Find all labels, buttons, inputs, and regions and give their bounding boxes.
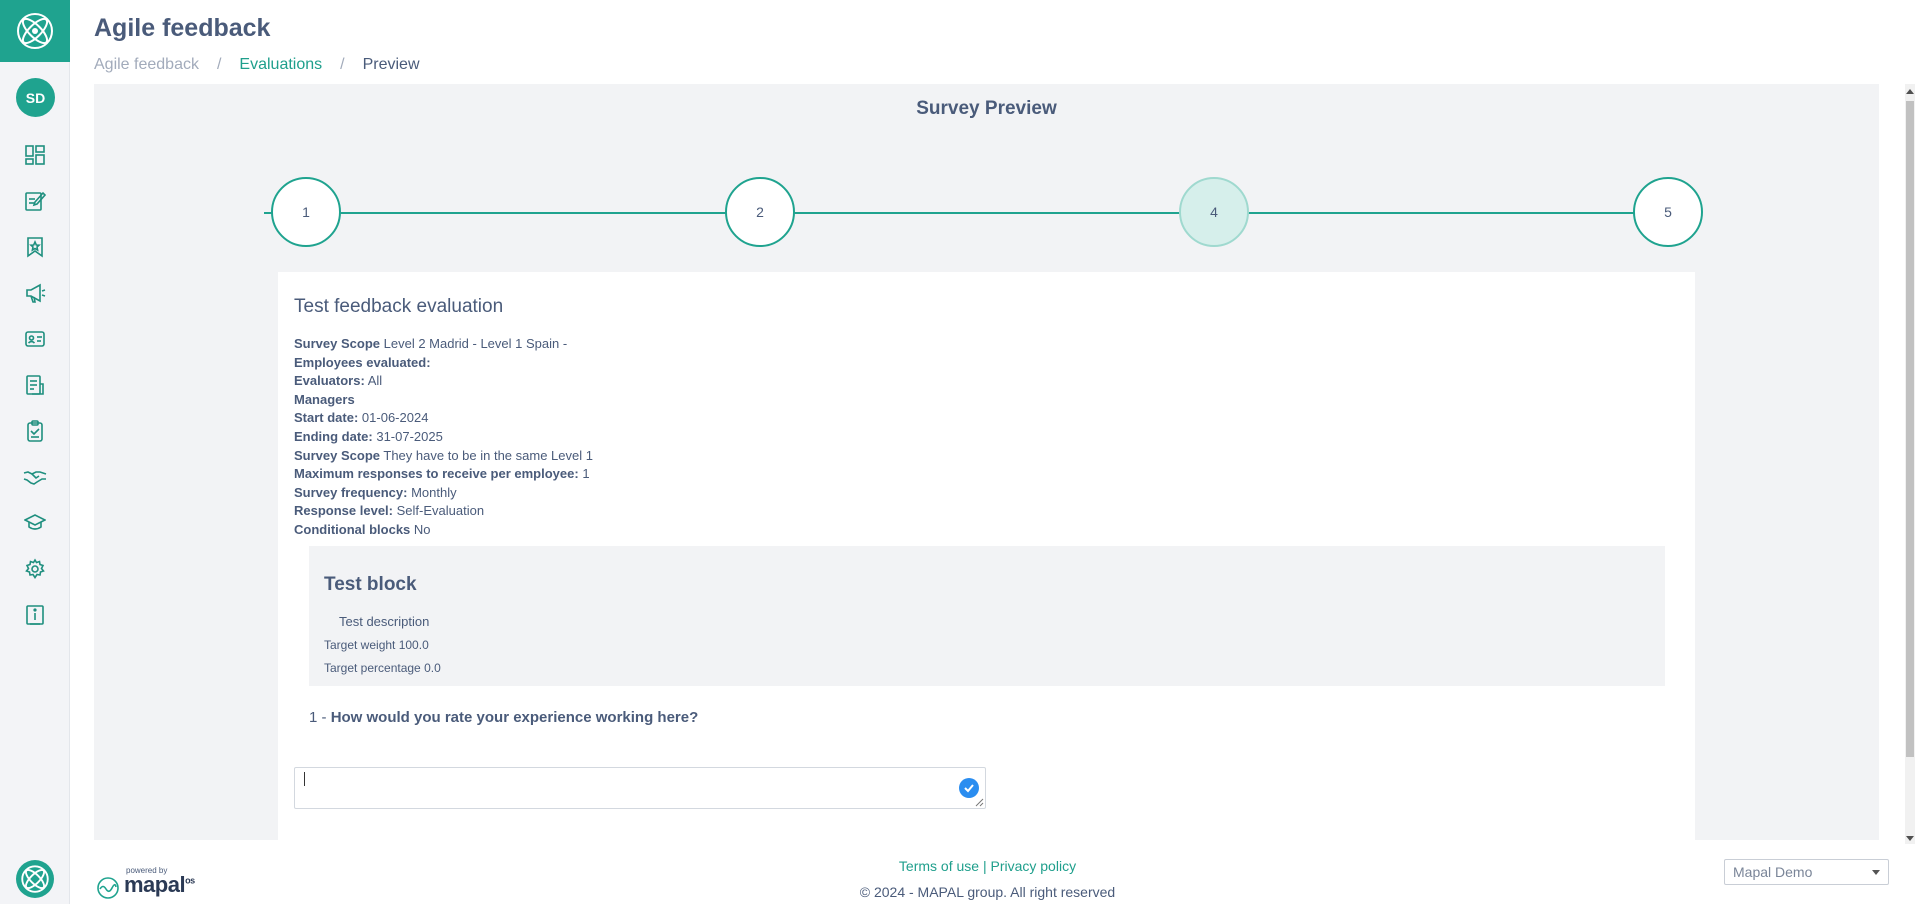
handshake-icon[interactable] xyxy=(22,464,48,490)
step-4[interactable]: 4 xyxy=(1179,177,1249,247)
report-icon[interactable] xyxy=(22,372,48,398)
breadcrumb-separator: / xyxy=(340,56,345,73)
text-caret xyxy=(304,772,305,786)
terms-of-use-link[interactable]: Terms of use xyxy=(899,858,979,874)
footer-links: Terms of use | Privacy policy xyxy=(0,858,1915,874)
step-5[interactable]: 5 xyxy=(1633,177,1703,247)
mapal-logo-icon xyxy=(17,13,53,49)
test-block: Test block Test description Target weigh… xyxy=(309,546,1665,686)
question-number: 1 - xyxy=(309,709,327,726)
copyright-text: © 2024 - MAPAL group. All right reserved xyxy=(859,884,1116,900)
app-logo[interactable] xyxy=(0,0,70,62)
page-scrollbar[interactable] xyxy=(1905,84,1915,844)
answer-textarea[interactable] xyxy=(294,767,986,809)
block-target-percentage: Target percentage 0.0 xyxy=(324,661,441,675)
graduation-cap-icon[interactable] xyxy=(22,510,48,536)
block-description: Test description xyxy=(339,614,430,629)
question-1: 1 - How would you rate your experience w… xyxy=(309,709,698,726)
megaphone-icon[interactable] xyxy=(22,280,48,306)
scroll-thumb[interactable] xyxy=(1906,101,1914,757)
breadcrumb: Agile feedback / Evaluations / Preview xyxy=(94,56,420,74)
edit-form-icon[interactable] xyxy=(22,188,48,214)
id-card-icon[interactable] xyxy=(22,326,48,352)
stepper-line xyxy=(264,212,1698,214)
block-target-weight: Target weight 100.0 xyxy=(324,638,429,652)
question-text: How would you rate your experience worki… xyxy=(330,709,699,726)
check-icon[interactable] xyxy=(959,778,979,798)
page-title: Agile feedback xyxy=(94,14,271,42)
card-body-overlay: Test block Test description Target weigh… xyxy=(278,272,1695,844)
scroll-down-arrow-icon[interactable] xyxy=(1906,836,1914,841)
step-1[interactable]: 1 xyxy=(271,177,341,247)
survey-preview-heading: Survey Preview xyxy=(916,98,1057,119)
breadcrumb-preview: Preview xyxy=(362,56,420,73)
step-2[interactable]: 2 xyxy=(725,177,795,247)
scroll-up-arrow-icon[interactable] xyxy=(1906,89,1914,94)
sidebar: SD xyxy=(0,0,70,904)
bookmark-star-icon[interactable] xyxy=(22,234,48,260)
privacy-policy-link[interactable]: Privacy policy xyxy=(990,858,1076,874)
clipboard-check-icon[interactable] xyxy=(22,418,48,444)
company-select[interactable]: Mapal Demo xyxy=(1724,859,1889,885)
resize-handle-icon[interactable] xyxy=(975,798,984,807)
breadcrumb-evaluations[interactable]: Evaluations xyxy=(239,56,322,74)
footer-divider: | xyxy=(982,858,987,874)
user-avatar[interactable]: SD xyxy=(16,78,55,117)
block-title: Test block xyxy=(324,574,417,595)
gear-icon[interactable] xyxy=(22,556,48,582)
company-select-value: Mapal Demo xyxy=(1733,864,1813,880)
breadcrumb-separator: / xyxy=(216,56,222,73)
chevron-down-icon xyxy=(1872,870,1880,875)
dashboard-icon[interactable] xyxy=(22,142,48,168)
breadcrumb-agile-feedback[interactable]: Agile feedback xyxy=(94,56,199,74)
info-icon[interactable] xyxy=(22,602,48,628)
